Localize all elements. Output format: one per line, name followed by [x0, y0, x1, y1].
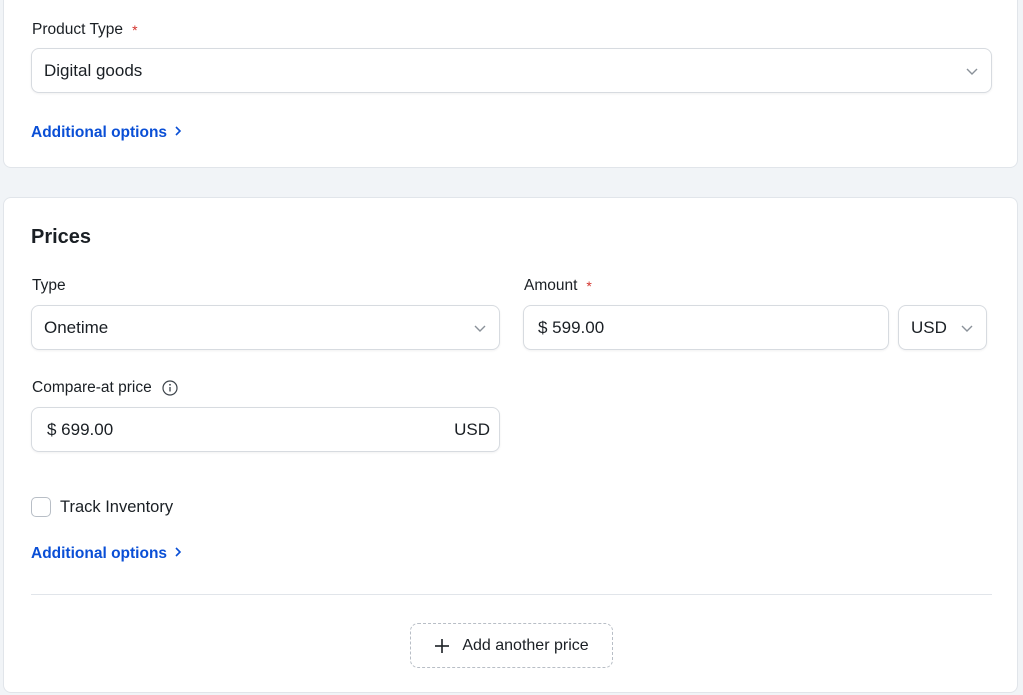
price-type-select[interactable]: Onetime [31, 305, 500, 350]
track-inventory-checkbox[interactable] [31, 497, 51, 517]
compare-at-price-input[interactable]: $ 699.00 USD [31, 407, 500, 452]
section-divider [31, 594, 992, 595]
amount-input[interactable]: $ 599.00 [523, 305, 889, 350]
chevron-down-icon [960, 321, 974, 335]
required-indicator: * [132, 22, 138, 38]
required-indicator: * [586, 278, 592, 294]
plus-icon [434, 638, 450, 654]
price-type-label: Type [32, 277, 66, 294]
price-type-value: Onetime [44, 317, 109, 337]
amount-value: $ 599.00 [538, 317, 605, 337]
info-icon[interactable] [162, 380, 178, 396]
compare-at-price-currency: USD [454, 419, 490, 439]
prices-card: Prices Type Onetime Amount * $ 599.00 US… [3, 197, 1018, 693]
product-type-card: Product Type * Digital goods Additional … [3, 0, 1018, 168]
currency-select[interactable]: USD [898, 305, 987, 350]
chevron-right-icon [173, 124, 183, 142]
product-type-label: Product Type * [32, 21, 138, 38]
chevron-down-icon [965, 64, 979, 78]
product-additional-options-link[interactable]: Additional options [31, 124, 183, 142]
track-inventory-label[interactable]: Track Inventory [60, 498, 173, 517]
prices-additional-options-link[interactable]: Additional options [31, 545, 183, 563]
add-another-price-label: Add another price [462, 636, 589, 654]
compare-at-price-value: $ 699.00 [47, 419, 114, 439]
chevron-down-icon [473, 321, 487, 335]
amount-label: Amount * [524, 277, 592, 294]
product-type-select[interactable]: Digital goods [31, 48, 992, 93]
compare-at-price-label: Compare-at price [32, 379, 178, 397]
add-another-price-button[interactable]: Add another price [410, 623, 613, 668]
currency-value: USD [911, 317, 947, 337]
prices-title: Prices [31, 226, 92, 248]
chevron-right-icon [173, 545, 183, 563]
product-type-value: Digital goods [44, 60, 143, 80]
